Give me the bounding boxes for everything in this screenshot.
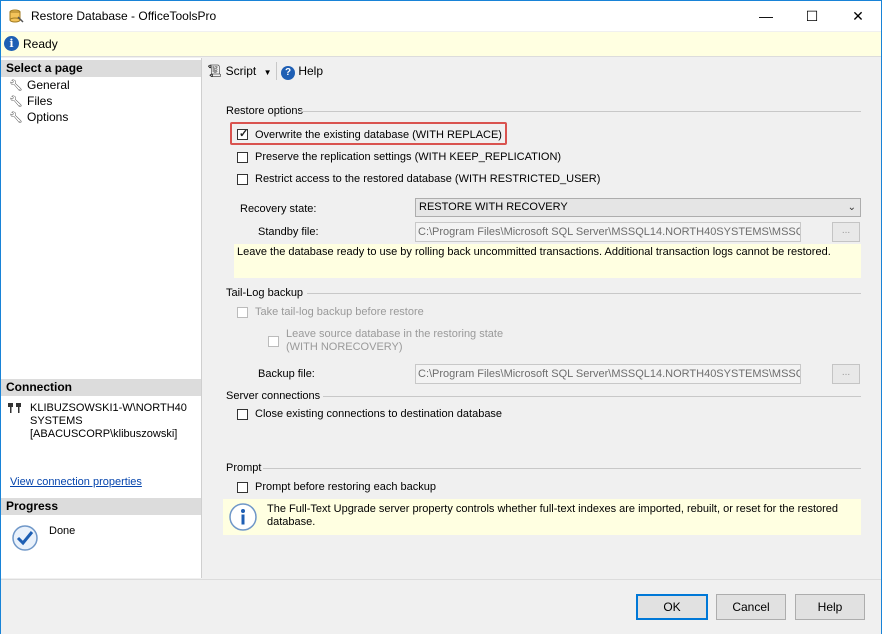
status-text: Ready bbox=[23, 37, 58, 51]
database-icon bbox=[8, 8, 24, 24]
ok-button[interactable]: OK bbox=[636, 594, 708, 620]
connection-user: [ABACUSCORP\klibuszowski] bbox=[30, 428, 178, 440]
page-files-label: Files bbox=[27, 94, 53, 108]
connection-server-cont: SYSTEMS bbox=[30, 415, 83, 427]
connection-server: KLIBUZSOWSKI1-W\NORTH40 bbox=[30, 402, 187, 414]
wrench-icon: 🔧︎ bbox=[9, 96, 23, 108]
restore-database-window: Restore Database - OfficeToolsPro — ☐ ✕ … bbox=[0, 0, 882, 634]
fulltext-info-note: The Full-Text Upgrade server property co… bbox=[223, 499, 861, 535]
backup-file-label: Backup file: bbox=[258, 368, 315, 380]
title-bar: Restore Database - OfficeToolsPro — ☐ ✕ bbox=[1, 1, 881, 31]
recovery-note: Leave the database ready to use by rolli… bbox=[234, 244, 861, 278]
help-button[interactable]: Help bbox=[795, 594, 865, 620]
close-connections-checkbox[interactable] bbox=[237, 409, 248, 420]
preserve-replication-label: Preserve the replication settings (WITH … bbox=[255, 151, 562, 163]
fulltext-info-line1: The Full-Text Upgrade server property co… bbox=[267, 503, 839, 515]
progress-status: Done bbox=[49, 525, 76, 537]
prompt-before-checkbox[interactable] bbox=[237, 482, 248, 493]
leave-source-label: Leave source database in the restoring s… bbox=[286, 328, 503, 354]
progress-header: Progress bbox=[1, 498, 201, 515]
page-options-label: Options bbox=[27, 110, 69, 124]
fulltext-info-text: The Full-Text Upgrade server property co… bbox=[267, 503, 838, 529]
backup-browse-button[interactable]: ... bbox=[832, 364, 860, 384]
help-label: Help bbox=[298, 64, 324, 78]
prompt-group-label: Prompt bbox=[226, 462, 262, 474]
status-bar: i Ready bbox=[1, 32, 881, 57]
help-toolbar-button[interactable]: ? Help bbox=[281, 63, 324, 80]
connection-icon bbox=[7, 401, 23, 418]
preserve-replication-checkbox[interactable] bbox=[237, 152, 248, 163]
standby-file-label: Standby file: bbox=[258, 226, 319, 238]
view-connection-properties-link[interactable]: View connection properties bbox=[10, 476, 142, 488]
recovery-state-label: Recovery state: bbox=[240, 203, 317, 215]
connection-info: KLIBUZSOWSKI1-W\NORTH40 SYSTEMS [ABACUSC… bbox=[30, 402, 187, 441]
wrench-icon: 🔧︎ bbox=[9, 80, 23, 92]
info-icon: i bbox=[4, 36, 19, 51]
script-icon: 📜︎ bbox=[207, 64, 223, 78]
leave-source-line1: Leave source database in the restoring s… bbox=[286, 328, 504, 340]
fulltext-info-line2: database. bbox=[267, 516, 316, 528]
group-divider bbox=[299, 111, 861, 112]
restore-options-group-label: Restore options bbox=[226, 105, 304, 117]
restrict-access-label: Restrict access to the restored database… bbox=[255, 173, 601, 185]
group-divider bbox=[263, 468, 861, 469]
page-options[interactable]: 🔧︎ Options bbox=[9, 110, 68, 125]
checkmark-progress-icon bbox=[11, 524, 39, 555]
recovery-state-select[interactable]: RESTORE WITH RECOVERY ⌄ bbox=[415, 198, 861, 217]
options-page: 📜︎ Script ▼ ? Help Restore options ✓ Ove… bbox=[203, 58, 881, 578]
connection-header: Connection bbox=[1, 379, 201, 396]
server-connections-group-label: Server connections bbox=[226, 390, 321, 402]
leave-source-checkbox[interactable] bbox=[268, 336, 279, 347]
help-icon: ? bbox=[281, 66, 295, 80]
cancel-button[interactable]: Cancel bbox=[716, 594, 786, 620]
leave-source-line2: (WITH NORECOVERY) bbox=[286, 341, 403, 353]
page-general[interactable]: 🔧︎ General bbox=[9, 78, 70, 93]
check-icon: ✓ bbox=[239, 128, 249, 140]
standby-browse-button[interactable]: ... bbox=[832, 222, 860, 242]
close-connections-label: Close existing connections to destinatio… bbox=[255, 408, 503, 420]
group-divider bbox=[307, 293, 861, 294]
page-general-label: General bbox=[27, 78, 70, 92]
take-tail-log-label: Take tail-log backup before restore bbox=[255, 306, 424, 318]
wrench-icon: 🔧︎ bbox=[9, 112, 23, 124]
dialog-button-bar: OK Cancel Help bbox=[1, 579, 881, 634]
group-divider bbox=[323, 396, 861, 397]
toolbar: 📜︎ Script ▼ ? Help bbox=[203, 58, 881, 84]
recovery-note-text: Leave the database ready to use by rolli… bbox=[237, 246, 831, 258]
close-button[interactable]: ✕ bbox=[835, 1, 881, 31]
select-page-header: Select a page bbox=[1, 60, 201, 77]
chevron-down-icon: ▼ bbox=[263, 68, 272, 77]
recovery-state-value: RESTORE WITH RECOVERY bbox=[419, 201, 568, 213]
script-button[interactable]: 📜︎ Script ▼ bbox=[207, 63, 272, 79]
toolbar-divider bbox=[276, 62, 277, 80]
prompt-before-label: Prompt before restoring each backup bbox=[255, 481, 436, 493]
tail-log-group-label: Tail-Log backup bbox=[226, 287, 304, 299]
overwrite-checkbox[interactable]: ✓ bbox=[237, 128, 249, 140]
minimize-button[interactable]: — bbox=[743, 1, 789, 31]
window-title: Restore Database - OfficeToolsPro bbox=[31, 9, 217, 23]
script-label: Script bbox=[225, 64, 257, 78]
overwrite-label: Overwrite the existing database (WITH RE… bbox=[255, 129, 502, 141]
take-tail-log-checkbox[interactable] bbox=[237, 307, 248, 318]
info-circle-icon bbox=[228, 502, 258, 535]
chevron-down-icon: ⌄ bbox=[847, 202, 856, 213]
maximize-button[interactable]: ☐ bbox=[789, 1, 835, 31]
standby-file-input[interactable]: C:\Program Files\Microsoft SQL Server\MS… bbox=[415, 222, 801, 242]
backup-file-input[interactable]: C:\Program Files\Microsoft SQL Server\MS… bbox=[415, 364, 801, 384]
page-files[interactable]: 🔧︎ Files bbox=[9, 94, 52, 109]
left-pane: Select a page 🔧︎ General 🔧︎ Files 🔧︎ Option… bbox=[1, 58, 202, 578]
restrict-access-checkbox[interactable] bbox=[237, 174, 248, 185]
